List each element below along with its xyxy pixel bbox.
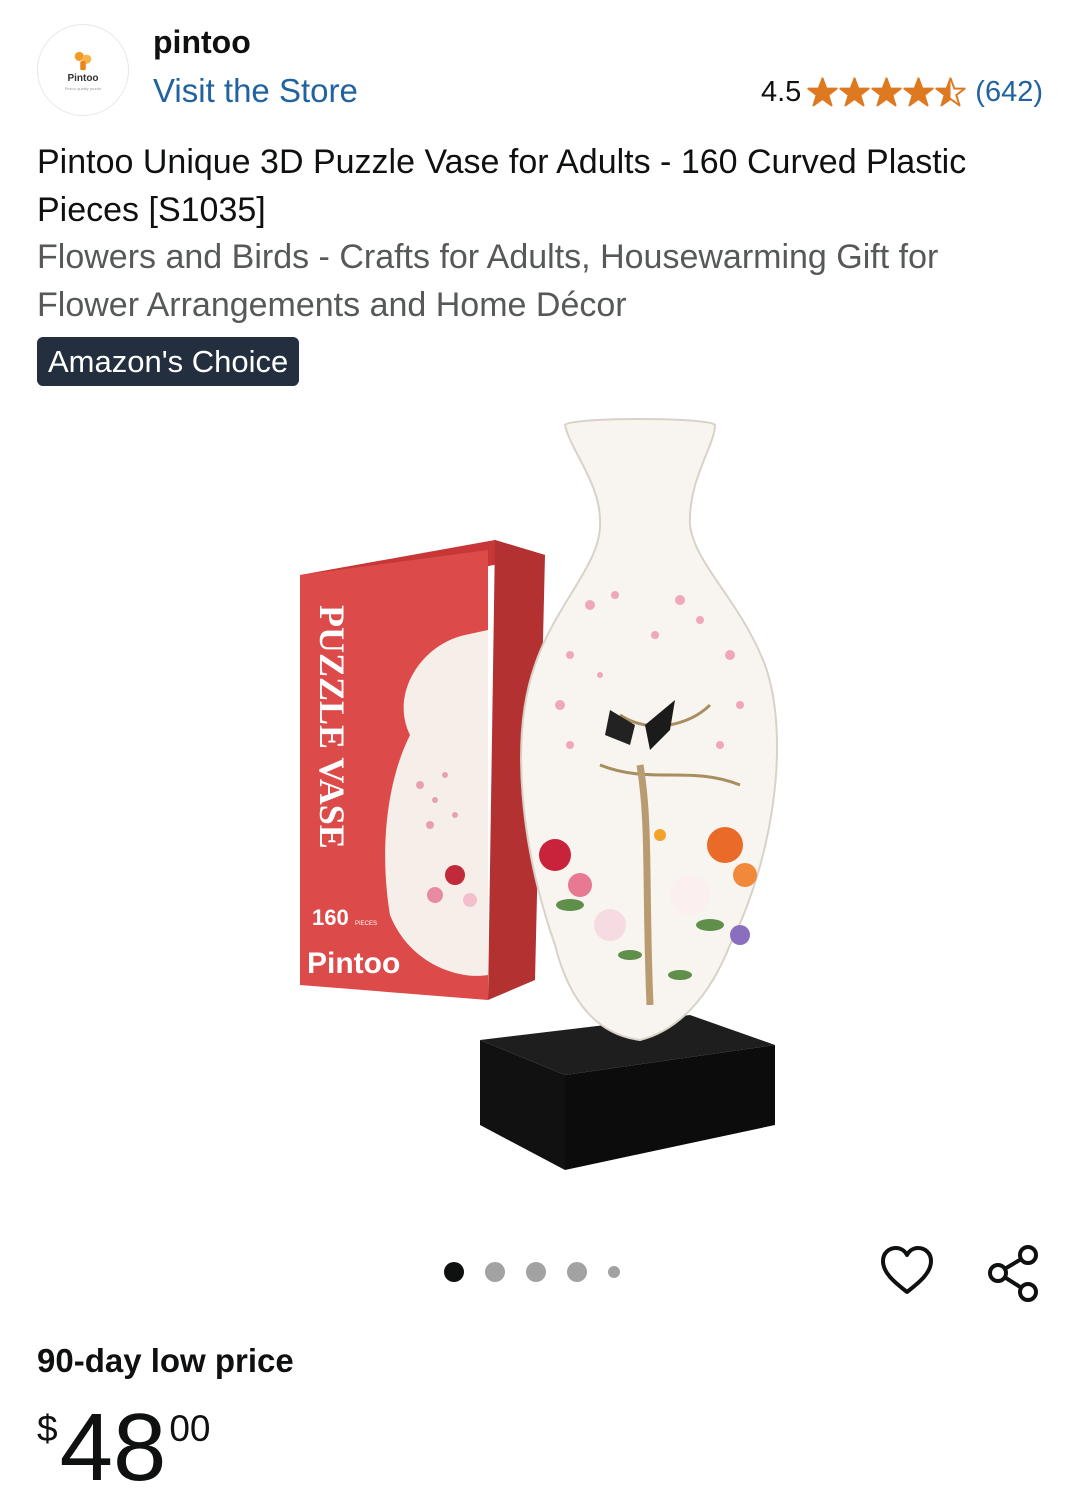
box-title: PUZZLE VASE: [312, 605, 352, 849]
star-full-icon: [903, 77, 934, 107]
star-full-icon: [839, 77, 870, 107]
star-rating: [807, 77, 967, 108]
share-button[interactable]: [985, 1244, 1041, 1304]
brand-name[interactable]: pintoo: [153, 24, 251, 61]
share-icon: [988, 1245, 1038, 1302]
rating-value: 4.5: [760, 76, 802, 108]
box-piece-unit: PIECES: [355, 921, 377, 927]
rating-summary[interactable]: 4.5 (642): [761, 76, 1043, 109]
add-to-list-button[interactable]: [879, 1244, 935, 1300]
logo-text: Pintoo: [67, 72, 99, 84]
brand-logo[interactable]: Pintoo Pintoo quality puzzle: [37, 24, 129, 116]
product-image[interactable]: PUZZLE VASE 160 PIECES Pintoo: [270, 405, 830, 1195]
logo-tagline: Pintoo quality puzzle: [64, 85, 102, 91]
carousel-dot[interactable]: [526, 1262, 546, 1282]
price-symbol: $: [37, 1408, 58, 1449]
price-fraction: 00: [169, 1408, 211, 1449]
pintoo-logo-icon: [74, 51, 92, 70]
carousel-dot[interactable]: [608, 1266, 620, 1278]
product-subtitle: Flowers and Birds - Crafts for Adults, H…: [37, 238, 939, 324]
box-piece-count: 160: [312, 905, 349, 930]
carousel-dot[interactable]: [444, 1262, 464, 1282]
star-full-icon: [871, 77, 902, 107]
heart-outline-icon: [881, 1246, 933, 1294]
box-brand: Pintoo: [307, 947, 400, 980]
carousel-dot[interactable]: [485, 1262, 505, 1282]
amazons-choice-badge: Amazon's Choice: [37, 337, 300, 386]
star-half-icon: [935, 77, 966, 107]
carousel-dot[interactable]: [567, 1262, 587, 1282]
deal-label: 90-day low price: [37, 1342, 294, 1379]
star-full-icon: [807, 77, 838, 107]
review-count[interactable]: (642): [975, 76, 1043, 109]
visit-store-link[interactable]: Visit the Store: [153, 72, 358, 110]
image-carousel-dots[interactable]: [444, 1262, 641, 1282]
price-whole: 48: [59, 1394, 167, 1501]
product-title: Pintoo Unique 3D Puzzle Vase for Adults …: [37, 143, 967, 229]
price: $ 48 00: [37, 1400, 211, 1496]
